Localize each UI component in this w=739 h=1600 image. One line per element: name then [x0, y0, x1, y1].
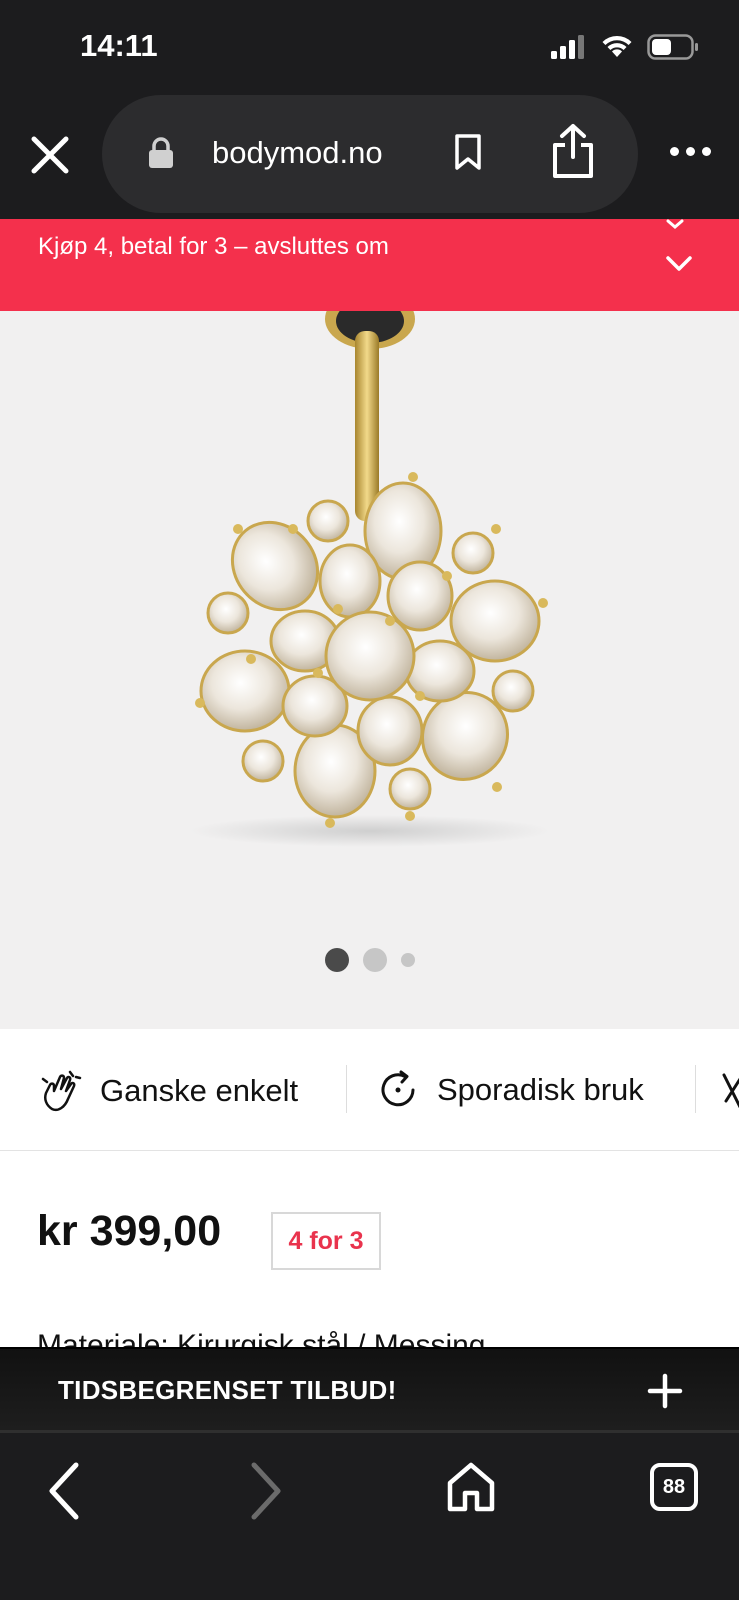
battery-icon [647, 34, 698, 60]
status-time: 14:11 [80, 28, 158, 63]
wifi-icon [602, 35, 632, 57]
close-icon [31, 136, 69, 174]
status-icons [551, 34, 699, 60]
limited-offer-bar[interactable]: TIDSBEGRENSET TILBUD! [0, 1347, 739, 1433]
forward-button[interactable] [246, 1461, 286, 1521]
feature-label: Sporadisk bruk [437, 1072, 644, 1107]
pagination-dot[interactable] [362, 948, 387, 972]
product-gallery[interactable] [0, 311, 739, 1029]
share-icon[interactable] [550, 123, 596, 179]
url-text: bodymod.no [212, 135, 383, 170]
more-options-button[interactable] [670, 147, 711, 156]
pagination-dot-active[interactable] [324, 948, 349, 972]
hand-wave-icon [41, 1070, 82, 1112]
tab-count: 88 [662, 1475, 686, 1498]
partial-feature-icon [722, 1073, 739, 1109]
promo-banner[interactable]: Kjøp 4, betal for 3 – avsluttes om [0, 219, 739, 311]
home-button[interactable] [446, 1461, 496, 1513]
feature-usage: Sporadisk bruk [377, 1069, 644, 1111]
back-button[interactable] [44, 1461, 84, 1521]
price-section: kr 399,00 4 for 3 Materiale: Kirurgisk s… [0, 1151, 739, 1362]
status-bar: 14:11 [0, 0, 739, 95]
lock-icon [149, 137, 173, 168]
refresh-circle-icon [381, 1070, 415, 1107]
plus-icon[interactable] [647, 1373, 683, 1409]
pagination-dot[interactable] [400, 953, 415, 967]
browser-bottom-nav: 88 [0, 1433, 739, 1600]
close-button[interactable] [26, 131, 74, 179]
features-strip[interactable]: Ganske enkelt Sporadisk bruk [0, 1029, 739, 1151]
feature-divider [695, 1065, 696, 1113]
feature-difficulty: Ganske enkelt [40, 1069, 298, 1113]
browser-toolbar: bodymod.no [0, 95, 739, 219]
address-bar[interactable]: bodymod.no [102, 95, 638, 213]
product-price: kr 399,00 [37, 1207, 222, 1255]
gallery-pagination [0, 948, 739, 972]
offer-title: TIDSBEGRENSET TILBUD! [58, 1375, 397, 1405]
bookmark-icon[interactable] [454, 133, 482, 171]
product-image[interactable] [0, 311, 739, 931]
signal-icon [551, 35, 584, 59]
tabs-button[interactable]: 88 [650, 1463, 698, 1511]
chevron-down-icon [666, 219, 684, 229]
offer-badge: 4 for 3 [271, 1212, 381, 1270]
promo-text: Kjøp 4, betal for 3 – avsluttes om [38, 233, 389, 260]
feature-divider [346, 1065, 347, 1113]
chevron-down-icon[interactable] [665, 255, 693, 273]
feature-label: Ganske enkelt [100, 1073, 299, 1108]
